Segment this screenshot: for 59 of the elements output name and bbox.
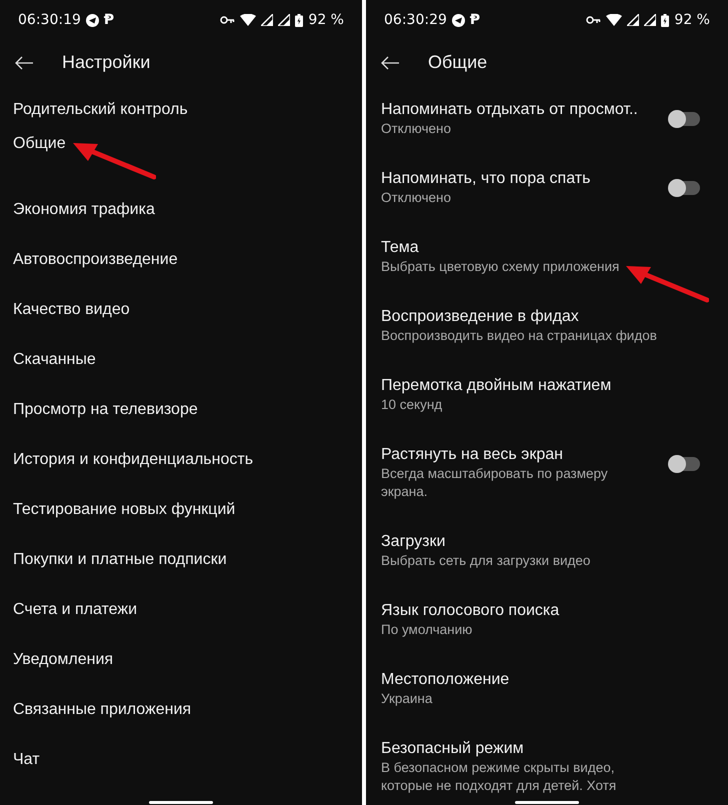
wifi-icon bbox=[606, 14, 622, 26]
clock: 06:30:19 bbox=[18, 12, 81, 28]
battery-icon bbox=[661, 14, 670, 26]
setting-title[interactable]: Воспроизведение в фидах bbox=[381, 306, 712, 327]
setting-description: В безопасном режиме скрыты видео, которые не подходят для детей. Хотя bbox=[381, 759, 618, 795]
key-icon bbox=[220, 16, 236, 24]
screen-title: Общие bbox=[428, 52, 488, 73]
menu-item[interactable]: Покупки и платные подписки bbox=[13, 551, 227, 569]
setting-description: Выбрать цветовую схему приложения bbox=[381, 258, 620, 276]
back-arrow-icon[interactable] bbox=[14, 56, 34, 70]
setting-description: Всегда масштабировать по размеру экрана. bbox=[381, 465, 609, 501]
battery-percent: 92 % bbox=[308, 12, 344, 28]
send-icon bbox=[86, 14, 99, 26]
menu-item[interactable]: Скачанные bbox=[13, 351, 96, 369]
menu-item[interactable]: Качество видео bbox=[13, 301, 130, 319]
setting-title[interactable]: Язык голосового поиска bbox=[381, 600, 712, 621]
signal-icon bbox=[644, 14, 656, 26]
setting-description: Украина bbox=[381, 690, 434, 708]
toggle-switch[interactable] bbox=[670, 457, 700, 471]
setting-title[interactable]: Загрузки bbox=[381, 531, 712, 552]
menu-item[interactable]: История и конфиденциальность bbox=[13, 451, 254, 469]
clock: 06:30:29 bbox=[384, 12, 447, 28]
menu-item[interactable]: Общие bbox=[13, 135, 66, 153]
key-icon bbox=[586, 16, 602, 24]
setting-title[interactable]: Напоминать отдыхать от просмот.. bbox=[381, 99, 670, 120]
back-arrow-icon[interactable] bbox=[380, 56, 400, 70]
menu-item[interactable]: Чат bbox=[13, 751, 40, 769]
setting-title[interactable]: Напоминать, что пора спать bbox=[381, 168, 670, 189]
signal-icon bbox=[261, 14, 274, 26]
toggle-switch[interactable] bbox=[670, 112, 700, 126]
signal-icon bbox=[278, 14, 290, 26]
menu-item[interactable]: Автовоспроизведение bbox=[13, 251, 178, 269]
battery-icon bbox=[295, 14, 304, 26]
wifi-icon bbox=[240, 14, 256, 26]
toggle-switch[interactable] bbox=[670, 181, 700, 195]
setting-title[interactable]: Тема bbox=[381, 237, 712, 258]
menu-item[interactable]: Тестирование новых функций bbox=[13, 501, 236, 519]
send-icon bbox=[452, 14, 465, 26]
app-glyph: Ᵽ bbox=[470, 12, 480, 28]
app-glyph: Ᵽ bbox=[104, 12, 114, 28]
menu-item[interactable]: Счета и платежи bbox=[13, 601, 138, 619]
setting-description: Воспроизводить видео на страницах фидов bbox=[381, 327, 658, 345]
battery-percent: 92 % bbox=[674, 12, 710, 28]
menu-item[interactable]: Просмотр на телевизоре bbox=[13, 401, 198, 419]
setting-title[interactable]: Местоположение bbox=[381, 669, 712, 690]
setting-description: Выбрать сеть для загрузки видео bbox=[381, 552, 592, 570]
menu-item[interactable]: Родительский контроль bbox=[13, 101, 188, 119]
setting-title[interactable]: Перемотка двойным нажатием bbox=[381, 375, 712, 396]
menu-item[interactable]: Связанные приложения bbox=[13, 701, 192, 719]
setting-title[interactable]: Безопасный режим bbox=[381, 738, 712, 759]
screen-title: Настройки bbox=[62, 52, 150, 73]
setting-description: 10 секунд bbox=[381, 396, 444, 414]
setting-description: По умолчанию bbox=[381, 621, 474, 639]
setting-description: Отключено bbox=[381, 120, 452, 138]
menu-item[interactable]: Экономия трафика bbox=[13, 201, 155, 219]
setting-description: Отключено bbox=[381, 189, 452, 207]
setting-title[interactable]: Растянуть на весь экран bbox=[381, 444, 670, 465]
menu-item[interactable]: Уведомления bbox=[13, 651, 114, 669]
signal-icon bbox=[627, 14, 640, 26]
